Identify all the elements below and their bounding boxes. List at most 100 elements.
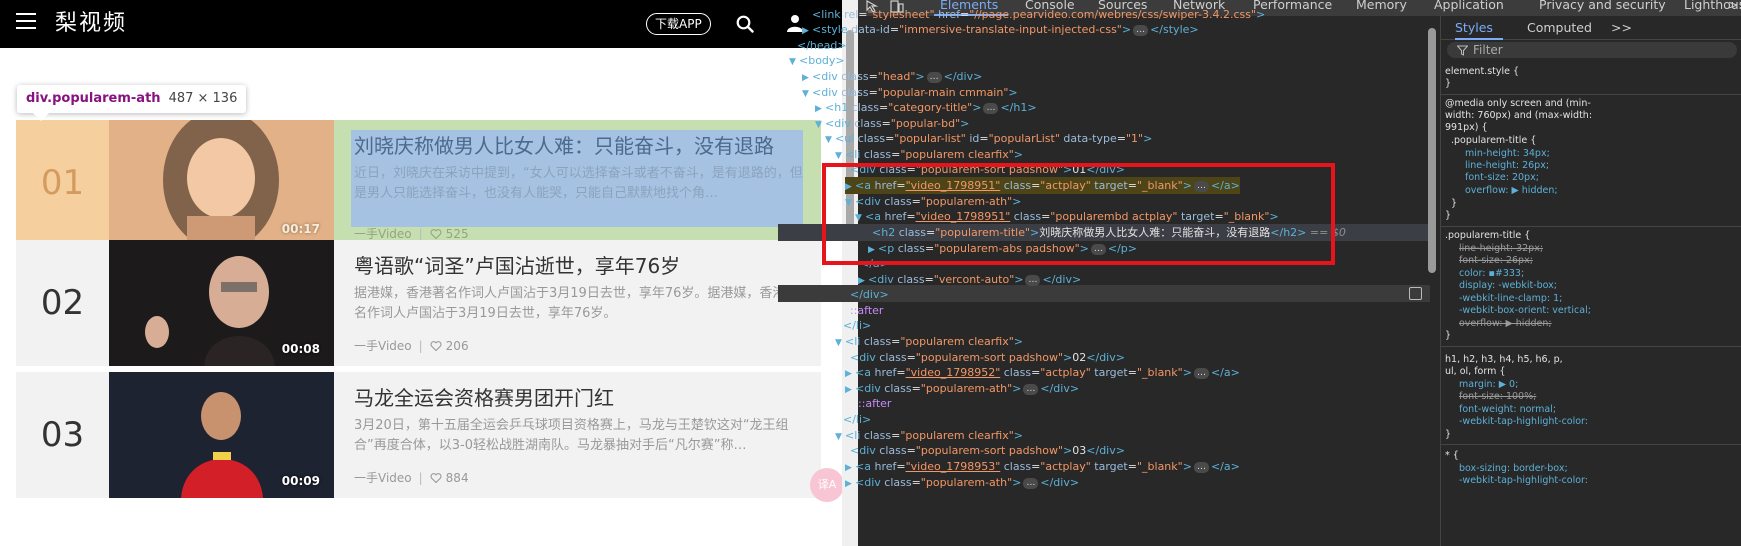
copy-icon[interactable] xyxy=(1409,287,1422,300)
style-prop[interactable]: color: ▪#333; xyxy=(1459,268,1524,281)
mobile-page-viewport: 梨视频 下载APP div.popularem-ath 487 × 136 01 xyxy=(0,0,842,546)
style-divider xyxy=(1441,444,1741,445)
style-line: } xyxy=(1445,78,1452,89)
video-thumbnail[interactable]: 00:09 xyxy=(109,372,334,498)
hamburger-menu-icon[interactable] xyxy=(16,13,36,29)
translate-float-button[interactable]: 译A xyxy=(810,468,842,502)
dom-node[interactable]: </div> xyxy=(850,286,889,303)
site-header: 梨视频 下载APP xyxy=(0,0,842,48)
style-prop[interactable]: font-size: 20px; xyxy=(1465,172,1539,185)
style-line: } xyxy=(1451,198,1458,209)
style-selector: * { xyxy=(1445,450,1459,461)
style-prop-overridden[interactable]: font-size: 26px; xyxy=(1459,255,1533,268)
popularem-ath: 刘晓庆称做男人比女人难：只能奋斗，没有退路 近日，刘晓庆在采访中提到，“女人可以… xyxy=(334,120,821,246)
style-selector: .popularem-title { xyxy=(1445,230,1531,241)
styles-active-indicator xyxy=(1455,38,1503,40)
video-title[interactable]: 马龙全运会资格赛男团开门红 xyxy=(354,382,804,414)
video-thumbnail[interactable]: 00:08 xyxy=(109,240,334,366)
style-prop[interactable]: -webkit-tap-highlight-color: xyxy=(1459,475,1588,488)
source-name[interactable]: 一手Video xyxy=(354,471,412,485)
tooltip-dimensions: 487 × 136 xyxy=(168,91,238,106)
dom-node[interactable]: </li> xyxy=(843,411,871,428)
site-logo[interactable]: 梨视频 xyxy=(55,5,127,37)
style-prop[interactable]: -webkit-tap-highlight-color: xyxy=(1459,416,1588,429)
style-prop[interactable]: box-sizing: border-box; xyxy=(1459,463,1568,476)
dom-node[interactable]: ▶ <div class="head">… </div> xyxy=(802,68,982,85)
download-app-button[interactable]: 下载APP xyxy=(646,13,711,35)
style-line: } xyxy=(1445,429,1452,440)
meta-separator: | xyxy=(418,227,423,241)
style-divider xyxy=(1441,226,1741,227)
style-prop[interactable]: display: -webkit-box; xyxy=(1459,280,1557,293)
tooltip-selector: div.popularem-ath xyxy=(26,91,161,106)
search-icon[interactable] xyxy=(736,15,754,33)
dom-node[interactable]: ▼ <li class="popularem clearfix"> xyxy=(835,333,1023,350)
style-line: } xyxy=(1445,210,1452,221)
filter-placeholder: Filter xyxy=(1473,43,1503,57)
tab-computed[interactable]: Computed xyxy=(1527,20,1592,35)
dom-node[interactable]: ▶ <a href="video_1798952" class="actplay"… xyxy=(845,364,1240,381)
styles-filter-input[interactable]: Filter xyxy=(1447,42,1737,58)
styles-more-button[interactable]: >> xyxy=(1611,20,1632,35)
video-thumbnail[interactable]: 00:17 xyxy=(109,120,334,246)
heart-icon xyxy=(430,341,442,352)
styles-tab-bar: Styles Computed >> xyxy=(1441,16,1741,40)
style-line: width: 760px) and (max-width: xyxy=(1445,110,1593,121)
style-prop[interactable]: overflow: ▶ hidden; xyxy=(1465,185,1558,198)
dom-node[interactable]: ::after xyxy=(858,395,891,412)
video-title[interactable]: 刘晓庆称做男人比女人难：只能奋斗，没有退路 xyxy=(354,130,804,162)
like-count: 206 xyxy=(445,339,469,353)
inspector-tooltip-arrow xyxy=(32,112,50,121)
style-prop-overridden[interactable]: overflow: ▶ hidden; xyxy=(1459,318,1552,331)
more-tabs-button[interactable]: >> xyxy=(1728,0,1741,12)
source-name[interactable]: 一手Video xyxy=(354,339,412,353)
style-prop-overridden[interactable]: line-height: 32px; xyxy=(1459,243,1543,256)
style-divider xyxy=(1441,94,1741,95)
like-count: 884 xyxy=(445,471,469,485)
dom-node[interactable]: ▼ <ul class="popular-list" id="popularLis… xyxy=(825,130,1152,147)
tab-memory[interactable]: Memory xyxy=(1356,0,1407,12)
dom-node[interactable]: <div class="popularem-sort padshow">03</… xyxy=(850,442,1125,459)
style-prop[interactable]: margin: ▶ 0; xyxy=(1459,379,1518,392)
source-name[interactable]: 一手Video xyxy=(354,227,412,241)
dom-node[interactable]: ▶ <div class="vercont-auto">… </div> xyxy=(858,271,1081,288)
elements-scrollbar-thumb[interactable] xyxy=(1428,28,1436,273)
style-prop[interactable]: line-height: 26px; xyxy=(1465,160,1549,173)
heart-icon xyxy=(430,473,442,484)
style-selector: h1, h2, h3, h4, h5, h6, p, xyxy=(1445,354,1563,365)
tab-application[interactable]: Application xyxy=(1434,0,1504,12)
dom-node[interactable]: ▶ <h1 class="category-title">… </h1> xyxy=(815,99,1037,116)
dom-node[interactable]: ▼ <body> xyxy=(789,52,845,69)
style-selector: .popularem-title { xyxy=(1451,135,1537,146)
tab-privacy-security[interactable]: Privacy and security xyxy=(1539,0,1666,12)
style-selector: ul, ol, form { xyxy=(1445,366,1506,377)
video-title[interactable]: 粤语歌“词圣”卢国沾逝世，享年76岁 xyxy=(354,250,804,282)
like-count: 525 xyxy=(445,227,469,241)
video-meta: 一手Video | 884 xyxy=(354,470,469,486)
style-prop[interactable]: min-height: 34px; xyxy=(1465,148,1550,161)
video-abstract: 近日，刘晓庆在采访中提到，“女人可以选择奋斗或者不奋斗，是有退路的，但是男人只能… xyxy=(354,166,803,201)
list-item[interactable]: 02 00:08 粤语歌“词圣”卢国沾逝世，享年76岁 据港媒，香港著名作词人卢… xyxy=(16,240,821,366)
video-abstract: 据港媒，香港著名作词人卢国沾于3月19日去世，享年76岁。据港媒，香港著名作词人… xyxy=(354,286,799,321)
style-prop[interactable]: -webkit-line-clamp: 1; xyxy=(1459,293,1562,306)
dom-node[interactable]: ▶ <style data-id="immersive-translate-inp… xyxy=(802,21,1199,38)
rank-number: 01 xyxy=(40,163,85,203)
video-duration: 00:17 xyxy=(281,222,320,236)
style-line: element.style { xyxy=(1445,66,1520,77)
dom-node[interactable]: </li> xyxy=(843,317,871,334)
list-item[interactable]: 03 00:09 马龙全运会资格赛男团开门红 3月20日，第十五届全运会乒乓球项… xyxy=(16,372,821,498)
style-prop[interactable]: font-weight: normal; xyxy=(1459,404,1556,417)
list-item[interactable]: 01 00:17 刘晓庆称做男人比女人难：只能奋斗，没有退路 近日，刘晓庆在采访… xyxy=(16,120,821,256)
style-prop-overridden[interactable]: font-size: 100%; xyxy=(1459,391,1536,404)
video-abstract: 3月20日，第十五届全运会乒乓球项目资格赛上，马龙与王楚钦这对“龙王组合”再度合… xyxy=(354,418,789,453)
dom-node[interactable]: ▶ <div class="popularem-ath">… </div> xyxy=(845,474,1079,491)
style-line: } xyxy=(1445,330,1452,341)
tab-styles[interactable]: Styles xyxy=(1455,20,1493,35)
style-prop[interactable]: -webkit-box-orient: vertical; xyxy=(1459,305,1591,318)
filter-icon xyxy=(1457,45,1468,56)
dom-node[interactable]: ▶ <a href="video_1798953" class="actplay"… xyxy=(845,458,1240,475)
style-line: 991px) { xyxy=(1445,122,1488,133)
popularem-ath: 粤语歌“词圣”卢国沾逝世，享年76岁 据港媒，香港著名作词人卢国沾于3月19日去… xyxy=(334,240,821,366)
video-meta: 一手Video | 206 xyxy=(354,338,469,354)
heart-icon xyxy=(430,229,442,240)
